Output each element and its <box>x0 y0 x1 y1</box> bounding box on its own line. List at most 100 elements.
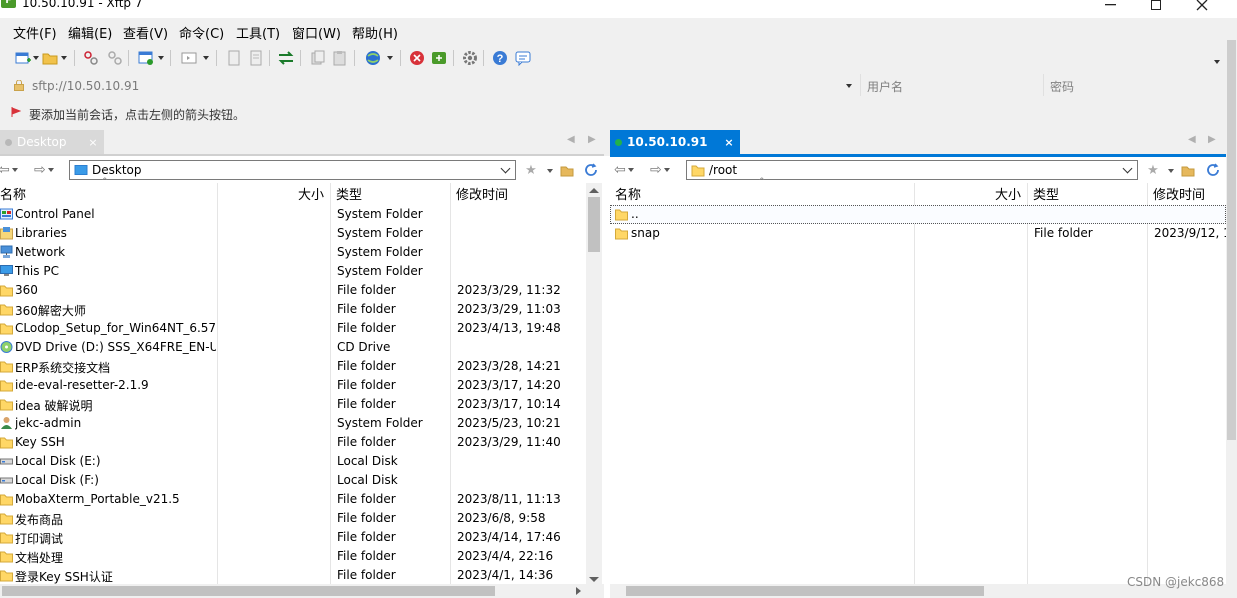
disconnect-button[interactable] <box>82 49 100 67</box>
remote-path-combo[interactable]: /root <box>686 160 1138 180</box>
table-row[interactable]: Key SSH File folder 2023/3/29, 11:40 <box>0 433 604 452</box>
xshell-button[interactable] <box>408 49 426 67</box>
forward-button[interactable]: ⇨ <box>650 161 670 179</box>
table-row[interactable]: idea 破解说明 File folder 2023/3/17, 10:14 <box>0 395 604 414</box>
refresh-button[interactable] <box>1205 162 1221 178</box>
maximize-button[interactable] <box>1133 0 1179 15</box>
tab-remote-session[interactable]: 10.50.10.91 × <box>610 130 740 154</box>
paste-button[interactable] <box>331 49 349 67</box>
properties-button[interactable] <box>137 49 155 67</box>
bookmark-arrow-icon[interactable] <box>11 106 21 118</box>
home-button[interactable] <box>559 162 575 178</box>
tab-next-icon[interactable]: ▶ <box>1208 134 1216 145</box>
local-path-combo[interactable]: Desktop <box>69 160 516 180</box>
help-button[interactable]: ? <box>491 49 509 67</box>
transfer-button[interactable] <box>277 49 295 67</box>
password-field[interactable]: 密码 <box>1043 74 1226 96</box>
back-button[interactable]: ⇦ <box>614 161 634 179</box>
menu-edit[interactable]: 编辑(E) <box>68 23 112 42</box>
hscroll-thumb[interactable] <box>626 586 984 596</box>
hscroll-thumb[interactable] <box>2 586 495 596</box>
scroll-down-icon[interactable] <box>589 577 599 582</box>
table-row[interactable]: 打印调试 File folder 2023/4/14, 17:46 <box>0 528 604 547</box>
toolbar-overflow-arrow[interactable] <box>1214 60 1220 64</box>
tab-underline <box>0 154 604 156</box>
table-row[interactable]: DVD Drive (D:) SSS_X64FRE_EN-US_... CD Dr… <box>0 338 604 357</box>
col-modified[interactable]: 修改时间 <box>1148 183 1226 203</box>
xftp-window: F 10.50.10.91 - Xftp 7 文件(F) 编辑(E) 查看(V)… <box>0 0 1237 598</box>
table-row[interactable]: CLodop_Setup_for_Win64NT_6.571EN File fol… <box>0 319 604 338</box>
refresh-button[interactable] <box>583 162 599 178</box>
col-size[interactable]: 大小 <box>915 183 1028 203</box>
tab-prev-icon[interactable]: ◀ <box>1188 134 1196 145</box>
table-row[interactable]: Libraries System Folder <box>0 224 604 243</box>
copy-file-button[interactable] <box>225 49 243 67</box>
menu-help[interactable]: 帮助(H) <box>352 23 398 42</box>
open-folder-button[interactable] <box>41 49 59 67</box>
window-scrollbar-thumb[interactable] <box>1227 40 1236 440</box>
settings-button[interactable] <box>461 49 479 67</box>
address-dropdown-arrow[interactable] <box>846 84 852 88</box>
copy-button[interactable] <box>309 49 327 67</box>
folder-icon <box>0 302 13 316</box>
close-tab-icon[interactable]: × <box>722 136 736 149</box>
local-hscrollbar[interactable] <box>0 584 604 598</box>
new-session-button[interactable] <box>14 49 32 67</box>
menu-file[interactable]: 文件(F) <box>13 23 57 42</box>
favorite-button[interactable]: ★ <box>523 162 539 178</box>
tab-next-icon[interactable]: ▶ <box>588 134 596 145</box>
feedback-button[interactable] <box>514 49 532 67</box>
table-row[interactable]: 文档处理 File folder 2023/4/4, 22:16 <box>0 547 604 566</box>
back-button[interactable]: ⇦ <box>0 161 18 179</box>
close-tab-icon[interactable]: × <box>86 136 100 149</box>
table-row[interactable]: ide-eval-resetter-2.1.9 File folder 2023/3… <box>0 376 604 395</box>
file-modified: 2023/3/29, 11:03 <box>457 302 561 316</box>
table-row[interactable]: 360 File folder 2023/3/29, 11:32 <box>0 281 604 300</box>
scroll-up-icon[interactable] <box>589 188 599 193</box>
terminal-button[interactable] <box>180 49 198 67</box>
col-name[interactable]: 名称 <box>0 183 218 203</box>
table-row[interactable]: Network System Folder <box>0 243 604 262</box>
table-row[interactable]: 发布商品 File folder 2023/6/8, 9:58 <box>0 509 604 528</box>
username-field[interactable]: 用户名 <box>860 74 1040 96</box>
table-row[interactable]: Local Disk (E:) Local Disk <box>0 452 604 471</box>
col-size[interactable]: 大小 <box>218 183 331 203</box>
menu-tools[interactable]: 工具(T) <box>236 23 280 42</box>
col-modified[interactable]: 修改时间 <box>451 183 586 203</box>
file-name: Key SSH <box>15 435 65 449</box>
table-row[interactable]: Control Panel System Folder <box>0 205 604 224</box>
encoding-button[interactable] <box>364 49 382 67</box>
table-row[interactable]: snap File folder 2023/9/12, 1:1 <box>610 224 1226 243</box>
folder-icon <box>0 549 13 563</box>
file-name: Local Disk (F:) <box>15 473 99 487</box>
forward-button[interactable]: ⇨ <box>34 161 54 179</box>
scroll-right-icon[interactable] <box>576 587 581 595</box>
local-file-list: Control Panel System Folder Libraries Syste… <box>0 205 604 585</box>
close-button[interactable] <box>1179 0 1225 15</box>
home-button[interactable] <box>1180 162 1196 178</box>
menu-command[interactable]: 命令(C) <box>179 23 224 42</box>
table-row[interactable]: Local Disk (F:) Local Disk <box>0 471 604 490</box>
paste-file-button[interactable] <box>247 49 265 67</box>
tab-prev-icon[interactable]: ◀ <box>567 134 575 145</box>
table-row[interactable]: 360解密大师 File folder 2023/3/29, 11:03 <box>0 300 604 319</box>
xftp-new-button[interactable] <box>430 49 448 67</box>
col-type[interactable]: 类型 <box>1028 183 1148 203</box>
address-field[interactable]: sftp://10.50.10.91 <box>6 76 858 96</box>
local-vscrollbar[interactable] <box>586 183 602 585</box>
col-type[interactable]: 类型 <box>331 183 451 203</box>
menu-view[interactable]: 查看(V) <box>123 23 168 42</box>
table-row[interactable]: This PC System Folder <box>0 262 604 281</box>
minimize-button[interactable] <box>1087 0 1133 15</box>
address-input[interactable]: sftp://10.50.10.91 <box>32 79 139 93</box>
table-row[interactable]: MobaXterm_Portable_v21.5 File folder 2023/… <box>0 490 604 509</box>
menu-window[interactable]: 窗口(W) <box>292 23 341 42</box>
tab-desktop[interactable]: Desktop × <box>0 130 104 154</box>
reconnect-button[interactable] <box>106 49 124 67</box>
table-row[interactable]: jekc-admin System Folder 2023/5/23, 10:21 <box>0 414 604 433</box>
table-row[interactable]: .. <box>610 205 1226 224</box>
table-row[interactable]: ERP系统交接文档 File folder 2023/3/28, 14:21 <box>0 357 604 376</box>
scroll-thumb[interactable] <box>588 197 600 252</box>
table-row[interactable]: 登录Key SSH认证 File folder 2023/4/1, 14:36 <box>0 566 604 585</box>
favorite-button[interactable]: ★ <box>1145 162 1161 178</box>
